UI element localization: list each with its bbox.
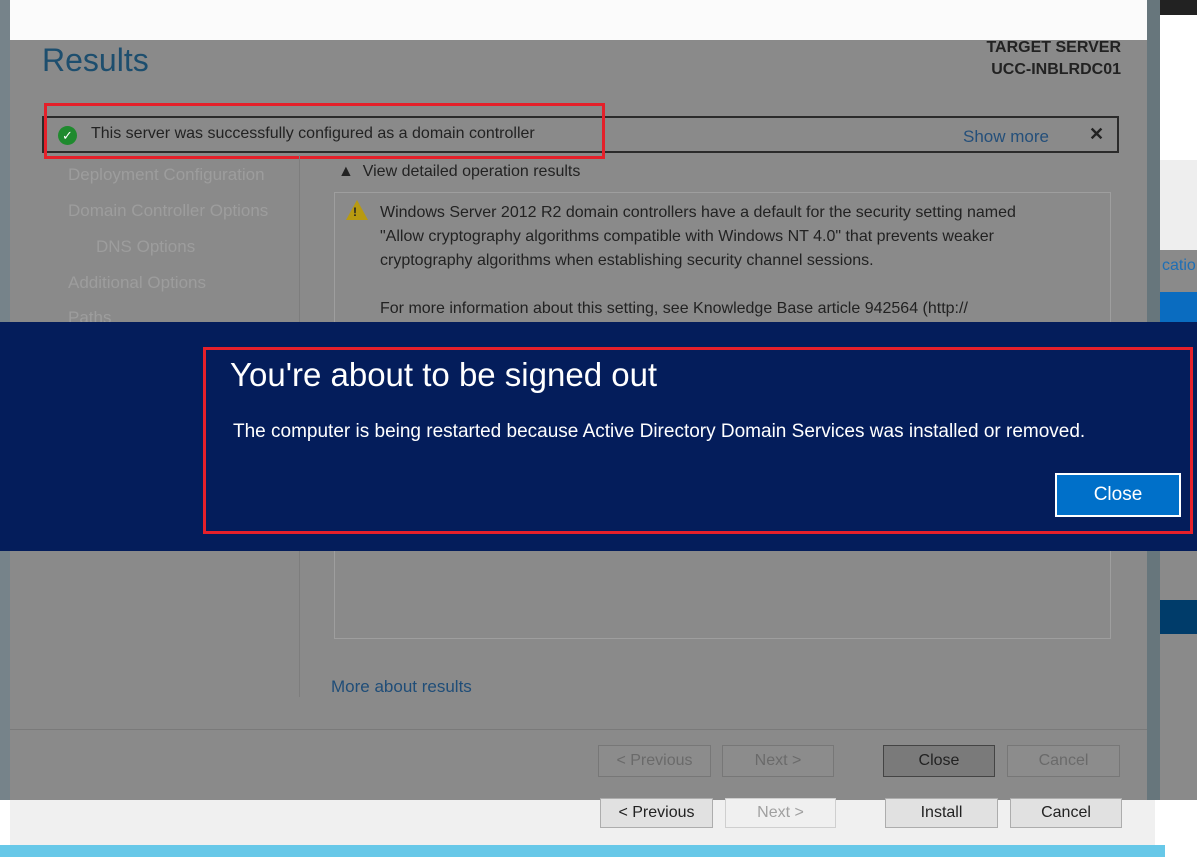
result-line: For more information about this setting,… xyxy=(380,300,968,317)
wizard-header-area xyxy=(10,0,1147,40)
nav-item-dc-options[interactable]: Domain Controller Options xyxy=(68,201,268,221)
sign-out-message: The computer is being restarted because … xyxy=(233,421,1086,442)
target-server: TARGET SERVER UCC-INBLRDC01 xyxy=(986,37,1121,81)
result-line: cryptography algorithms when establishin… xyxy=(380,252,874,269)
footer-divider xyxy=(10,729,1147,730)
window-border xyxy=(0,845,1165,857)
result-message: Windows Server 2012 R2 domain controller… xyxy=(380,201,1100,321)
target-server-label: TARGET SERVER xyxy=(986,39,1121,56)
close-button[interactable]: Close xyxy=(883,745,995,777)
server-manager-titlebar xyxy=(1160,0,1197,15)
underlying-previous-button[interactable]: < Previous xyxy=(600,798,713,828)
install-button[interactable]: Install xyxy=(885,798,998,828)
result-line: "Allow cryptography algorithms compatibl… xyxy=(380,228,994,245)
server-manager-panel xyxy=(1160,160,1197,250)
target-server-name: UCC-INBLRDC01 xyxy=(991,61,1121,78)
show-more-link[interactable]: Show more xyxy=(963,127,1049,147)
next-button[interactable]: Next > xyxy=(722,745,834,777)
nav-item-dns-options[interactable]: DNS Options xyxy=(96,237,195,257)
sign-out-close-button[interactable]: Close xyxy=(1055,473,1181,517)
sign-out-title: You're about to be signed out xyxy=(230,356,658,393)
page-title: Results xyxy=(42,42,149,78)
underlying-next-button[interactable]: Next > xyxy=(725,798,836,828)
nav-item-deployment-configuration[interactable]: Deployment Configuration xyxy=(68,165,265,185)
view-details-toggle[interactable]: ▲ View detailed operation results xyxy=(338,163,580,181)
cancel-button[interactable]: Cancel xyxy=(1007,745,1120,777)
server-manager-link[interactable]: catio xyxy=(1162,257,1196,275)
warning-icon xyxy=(346,200,368,220)
server-manager-panel xyxy=(1160,15,1197,160)
nav-item-additional-options[interactable]: Additional Options xyxy=(68,273,206,293)
result-line: Windows Server 2012 R2 domain controller… xyxy=(380,204,1016,221)
close-icon[interactable]: ✕ xyxy=(1089,124,1104,145)
highlight-box xyxy=(44,103,605,159)
underlying-cancel-button[interactable]: Cancel xyxy=(1010,798,1122,828)
server-manager-selected-row xyxy=(1160,292,1197,322)
server-manager-selected-row xyxy=(1160,600,1197,634)
more-about-results-link[interactable]: More about results xyxy=(331,677,472,697)
previous-button[interactable]: < Previous xyxy=(598,745,711,777)
warning-icon-mark: ! xyxy=(353,205,357,219)
chevron-up-icon: ▲ xyxy=(338,163,363,180)
view-details-label: View detailed operation results xyxy=(362,163,581,180)
